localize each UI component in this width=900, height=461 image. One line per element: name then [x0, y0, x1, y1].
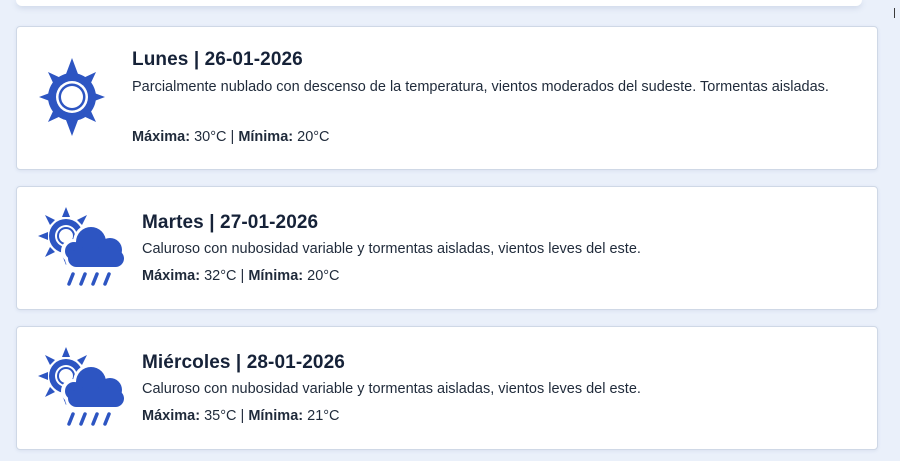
separator: |: [230, 129, 235, 145]
forecast-card: Miércoles | 28-01-2026 Caluroso con nubo…: [16, 326, 878, 450]
card-temperatures: Máxima: 35°C | Mínima: 21°C: [142, 408, 340, 424]
max-value: 32°C: [204, 268, 237, 284]
min-value: 20°C: [307, 268, 340, 284]
min-label: Mínima:: [248, 408, 304, 424]
max-value: 30°C: [194, 129, 227, 145]
card-title: Lunes | 26-01-2026: [132, 49, 303, 70]
max-value: 35°C: [204, 408, 237, 424]
sun-cloud-rain-icon: [35, 345, 131, 434]
sun-icon: [37, 56, 107, 143]
card-title: Miércoles | 28-01-2026: [142, 352, 345, 373]
card-temperatures: Máxima: 30°C | Mínima: 20°C: [132, 129, 330, 145]
separator: |: [240, 268, 245, 284]
sun-cloud-rain-icon: [35, 205, 131, 294]
card-temperatures: Máxima: 32°C | Mínima: 20°C: [142, 268, 340, 284]
scrollbar-mark: [894, 8, 895, 18]
max-label: Máxima:: [132, 129, 191, 145]
min-value: 21°C: [307, 408, 340, 424]
card-title: Martes | 27-01-2026: [142, 212, 319, 233]
previous-card-edge: [16, 0, 862, 6]
max-label: Máxima:: [142, 268, 201, 284]
card-description: Parcialmente nublado con descenso de la …: [132, 79, 829, 95]
forecast-card: Lunes | 26-01-2026 Parcialmente nublado …: [16, 26, 878, 170]
min-label: Mínima:: [238, 129, 294, 145]
separator: |: [240, 408, 245, 424]
forecast-card: Martes | 27-01-2026 Caluroso con nubosid…: [16, 186, 878, 310]
card-description: Caluroso con nubosidad variable y tormen…: [142, 241, 641, 257]
max-label: Máxima:: [142, 408, 201, 424]
card-description: Caluroso con nubosidad variable y tormen…: [142, 381, 641, 397]
min-value: 20°C: [297, 129, 330, 145]
min-label: Mínima:: [248, 268, 304, 284]
